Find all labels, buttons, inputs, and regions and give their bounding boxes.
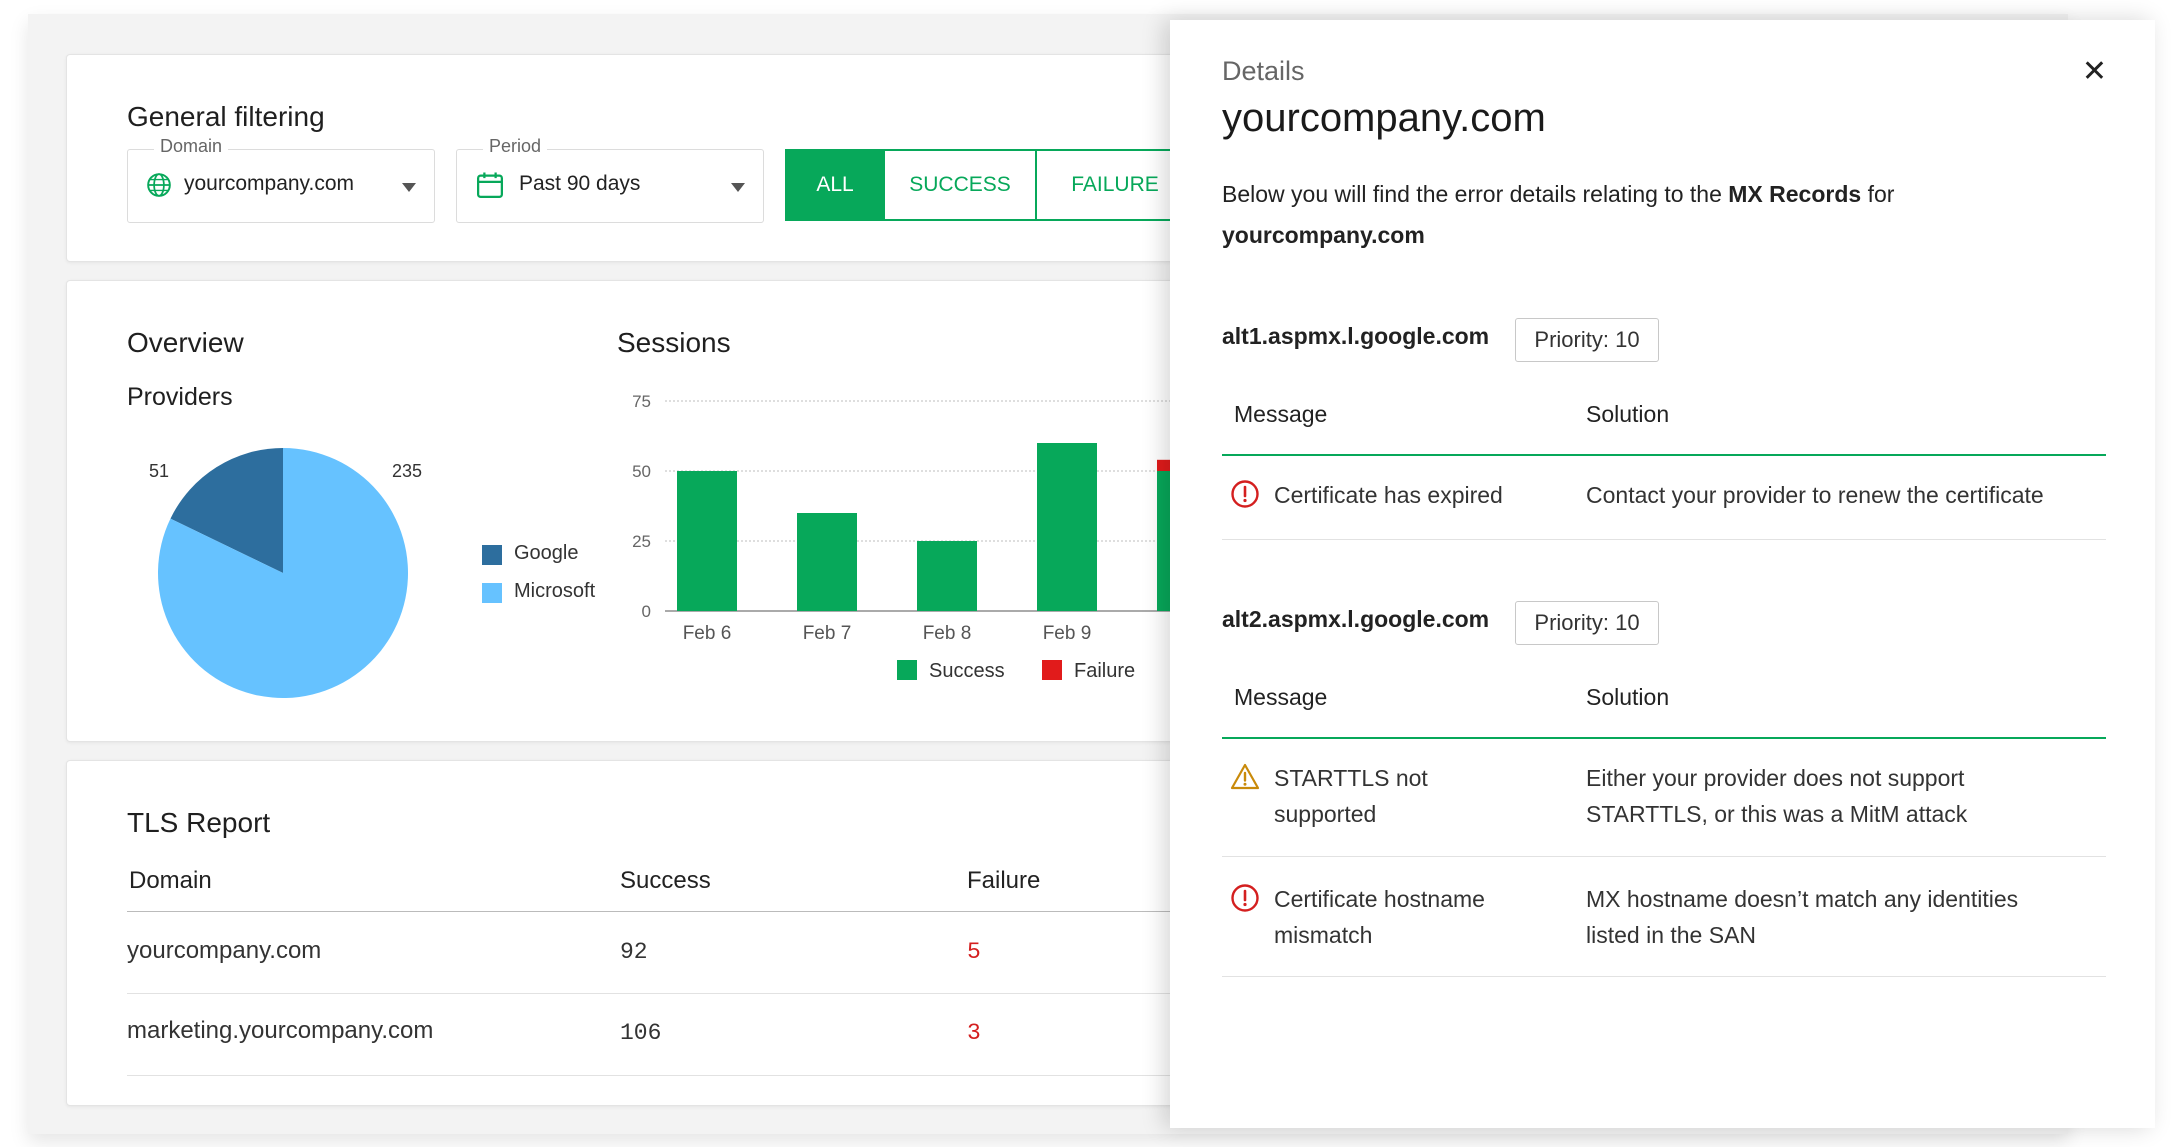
bar-success — [797, 513, 857, 611]
row-divider — [1222, 539, 2106, 540]
legend-google-label: Google — [514, 542, 579, 564]
error-message: Certificate has expired — [1274, 482, 1503, 508]
legend-swatch — [897, 660, 917, 680]
x-tick-label: Feb 7 — [803, 623, 852, 644]
bar-success — [677, 471, 737, 611]
sessions-title: Sessions — [617, 327, 731, 358]
solution-header: Solution — [1586, 684, 1670, 710]
period-label: Period — [483, 136, 548, 157]
legend-microsoft-label: Microsoft — [514, 580, 596, 602]
tls-report-title: TLS Report — [127, 807, 271, 838]
chevron-down-icon — [402, 183, 416, 192]
error-solution: MX hostname doesn’t match any identities… — [1586, 886, 2019, 948]
details-drawer: Details yourcompany.com ✕ Below you will… — [1170, 20, 2155, 1128]
filter-success-button[interactable]: SUCCESS — [883, 149, 1037, 221]
domain-select[interactable]: Domain yourcompany.com — [127, 136, 435, 223]
priority-badge: Priority: 10 — [1515, 318, 1659, 362]
close-icon[interactable]: ✕ — [2082, 54, 2107, 89]
description-text: Below you will find the error details re… — [1222, 181, 1729, 207]
legend-google-swatch — [482, 545, 502, 565]
row-success: 106 — [620, 1020, 662, 1046]
period-value: Past 90 days — [519, 172, 641, 195]
legend-swatch — [1042, 660, 1062, 680]
description-record-type: MX Records — [1728, 181, 1862, 207]
calendar-icon — [477, 172, 503, 198]
error-solution: Contact your provider to renew the certi… — [1586, 482, 2044, 508]
y-tick-label: 0 — [642, 602, 651, 621]
legend-microsoft-swatch — [482, 583, 502, 603]
y-tick-label: 75 — [632, 392, 651, 411]
filtering-card: General filtering Domain yourcompany.com… — [66, 54, 1218, 262]
header-divider — [127, 911, 1217, 912]
row-divider — [1222, 856, 2106, 857]
overview-card: Overview Providers 51 235 Google Microso… — [66, 280, 1237, 742]
bar-success — [1037, 443, 1097, 611]
period-select[interactable]: Period Past 90 days — [456, 136, 764, 223]
domain-label: Domain — [154, 136, 229, 157]
error-message: Certificate hostname mismatch — [1274, 886, 1485, 948]
mx-host-name: alt2.aspmx.l.google.com — [1222, 606, 1490, 632]
solution-header: Solution — [1586, 401, 1670, 427]
error-message: STARTTLS not supported — [1274, 765, 1428, 827]
row-failure: 5 — [967, 939, 981, 965]
drawer-subtitle: Details — [1222, 56, 1305, 86]
sessions-bar-chart: 0255075Feb 6Feb 7Feb 8Feb 9FSuccessFailu… — [632, 392, 1237, 682]
description-connector: for — [1861, 181, 1895, 207]
filtering-title: General filtering — [127, 101, 325, 132]
chevron-down-icon — [731, 183, 745, 192]
row-divider — [127, 1075, 1217, 1076]
column-header-success: Success — [620, 867, 711, 894]
row-success: 92 — [620, 939, 648, 965]
message-header: Message — [1234, 684, 1328, 710]
overview-title: Overview — [127, 327, 244, 358]
column-header-failure: Failure — [967, 867, 1041, 894]
description-domain: yourcompany.com — [1222, 222, 1425, 248]
row-divider — [127, 993, 1217, 994]
row-failure: 3 — [967, 1020, 981, 1046]
bar-success — [917, 541, 977, 611]
message-header: Message — [1234, 401, 1328, 427]
error-icon — [1231, 480, 1259, 508]
y-tick-label: 25 — [632, 532, 651, 551]
drawer-title: yourcompany.com — [1222, 96, 1546, 140]
row-domain: yourcompany.com — [127, 937, 322, 964]
drawer-description: Below you will find the error details re… — [1222, 174, 1982, 256]
header-divider — [1222, 737, 2106, 739]
column-header-domain: Domain — [129, 867, 212, 894]
globe-icon — [147, 173, 171, 197]
x-tick-label: Feb 9 — [1043, 623, 1092, 644]
error-solution: Either your provider does not support ST… — [1586, 765, 1968, 827]
y-tick-label: 50 — [632, 462, 651, 481]
x-tick-label: Feb 6 — [683, 623, 732, 644]
warning-icon — [1230, 763, 1260, 790]
mx-host-name: alt1.aspmx.l.google.com — [1222, 323, 1490, 349]
providers-title: Providers — [127, 383, 233, 411]
tls-report-card: TLS Report Domain Success Failure yourco… — [66, 760, 1218, 1106]
header-divider — [1222, 454, 2106, 456]
row-divider — [1222, 976, 2106, 977]
error-icon — [1231, 884, 1259, 912]
priority-badge: Priority: 10 — [1515, 601, 1659, 645]
providers-pie-chart — [158, 448, 408, 698]
filter-all-button[interactable]: ALL — [785, 149, 885, 221]
x-tick-label: Feb 8 — [923, 623, 972, 644]
domain-value: yourcompany.com — [184, 172, 355, 195]
legend-label: Success — [929, 660, 1005, 682]
legend-label: Failure — [1074, 660, 1135, 682]
row-domain: marketing.yourcompany.com — [127, 1017, 434, 1044]
